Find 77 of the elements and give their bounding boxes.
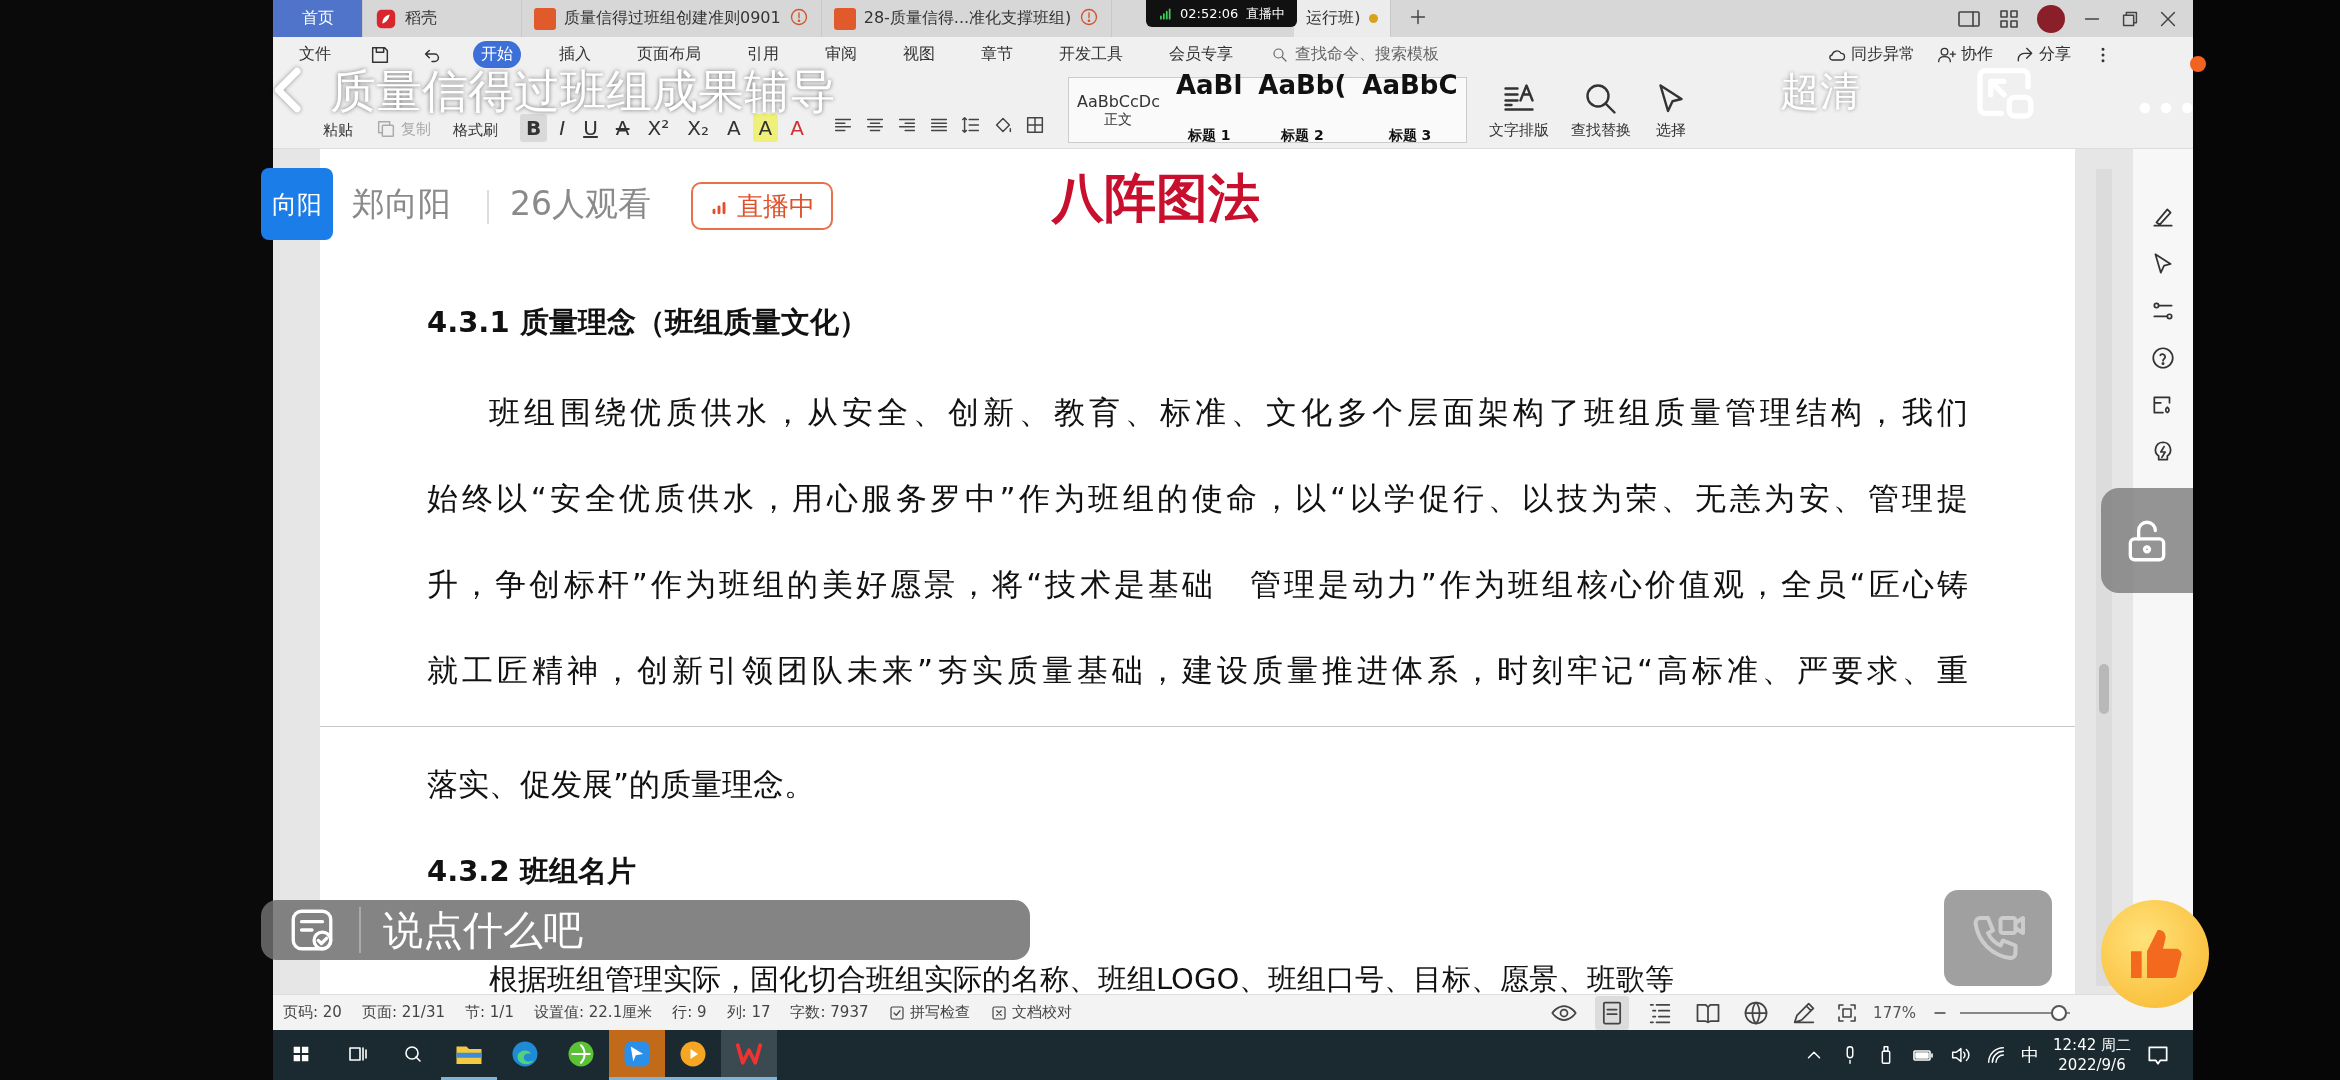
toolbar-action[interactable]: 同步异常 xyxy=(1827,44,1915,65)
format-button[interactable]: X² xyxy=(641,114,676,142)
ribbon-tab[interactable]: 插入 xyxy=(551,41,599,68)
document-icon xyxy=(534,7,556,30)
document-tab[interactable]: 运行班) xyxy=(1294,0,1391,37)
command-search[interactable]: 查找命令、搜索模板 xyxy=(1271,44,1439,65)
copy-icon xyxy=(375,118,397,140)
ribbon-tab[interactable]: 开发工具 xyxy=(1051,41,1131,68)
document-tab[interactable]: 首页 xyxy=(273,0,363,37)
ribbon-tab[interactable]: 章节 xyxy=(973,41,1021,68)
format-button[interactable]: A xyxy=(609,114,636,142)
paragraph-line: 始终以“安全优质供水，用心服务罗中”作为班组的使命，以“以学促行、以技为荣、无恙为安、管理提 xyxy=(427,479,1968,518)
view-mode-icon[interactable] xyxy=(1595,995,1630,1030)
status-text: 字数: 7937 xyxy=(790,1003,869,1022)
check-box-icon xyxy=(888,1003,907,1022)
toolbar-button[interactable]: 选择 xyxy=(1652,80,1689,140)
leaf-icon xyxy=(375,7,397,30)
paragraph-line: 根据班组管理实际，固化切合班组实际的名称、班组LOGO、班组口号、目标、愿景、班歌等 xyxy=(488,964,1675,994)
paragraph-line: 就工匠精神，创新引领团队未来”夯实质量基础，建设质量推进体系，时刻牢记“高标准、严要求、重 xyxy=(427,651,1968,690)
ribbon-tab[interactable]: 会员专享 xyxy=(1161,41,1241,68)
taskbar-clock[interactable]: 12:42 周二 2022/9/6 xyxy=(2053,1035,2131,1075)
format-button[interactable]: I xyxy=(553,114,572,142)
user-avatar[interactable] xyxy=(2037,4,2065,33)
line-spacing-icon[interactable] xyxy=(960,114,982,136)
ribbon-tab[interactable]: 页面布局 xyxy=(629,41,709,68)
paragraph-line: 落实、促发展”的质量理念。 xyxy=(427,765,816,804)
status-text: 页码: 20 xyxy=(283,1003,342,1022)
signal-icon xyxy=(1158,6,1172,21)
format-button[interactable]: B xyxy=(520,114,548,142)
section-heading: 4.3.1 质量理念（班组质量文化） xyxy=(427,304,868,341)
banner-title: 八阵图法 xyxy=(1052,169,1260,227)
status-text: 行: 9 xyxy=(672,1003,707,1022)
unsaved-dot xyxy=(1368,14,1378,23)
style-preset[interactable]: AaBbCcDc 正文 xyxy=(1069,78,1168,142)
status-button[interactable]: 文档校对 xyxy=(990,1003,1073,1022)
search-icon xyxy=(1271,45,1289,64)
input-method-indicator[interactable]: 中 xyxy=(2021,1043,2039,1067)
ribbon-tab[interactable]: 引用 xyxy=(739,41,787,68)
help-icon[interactable] xyxy=(2150,345,2176,371)
ribbon-tab[interactable]: 视图 xyxy=(895,41,943,68)
status-text: 节: 1/1 xyxy=(465,1003,514,1022)
format-button[interactable]: X₂ xyxy=(681,114,715,142)
paragraph-line: 班组围绕优质供水，从安全、创新、教育、标准、文化多个层面架构了班组质量管理结构，我们 xyxy=(488,393,1968,432)
warning-icon xyxy=(1079,6,1100,27)
file-menu[interactable]: 文件 xyxy=(291,41,339,68)
x-box-icon xyxy=(990,1003,1009,1022)
paragraph-line: 升，争创标杆”作为班组的美好愿景，将“技术是基础 管理是动力”作为班组核心价值观，全员“匠心铸 xyxy=(427,565,1968,604)
document-icon xyxy=(833,7,856,30)
border-icon[interactable] xyxy=(1024,114,1046,136)
live-timer: 02:52:06 直播中 xyxy=(1146,0,1298,27)
host-name: 郑向阳 xyxy=(352,183,451,225)
toolbar-action[interactable]: 协作 xyxy=(1937,44,1993,65)
status-text: 列: 17 xyxy=(726,1003,771,1022)
zoom-percent[interactable]: 177% xyxy=(1873,1003,1916,1022)
section-heading: 4.3.2 班组名片 xyxy=(427,853,636,890)
format-button[interactable]: A xyxy=(720,114,747,142)
warning-icon xyxy=(788,6,809,27)
host-avatar[interactable]: 向阳 xyxy=(261,168,333,240)
status-button[interactable]: 拼写检查 xyxy=(888,1003,971,1022)
toolbar-button[interactable]: 查找替换 xyxy=(1570,80,1631,140)
slider-thumb[interactable] xyxy=(2051,1004,2067,1021)
ribbon-tab[interactable]: 审阅 xyxy=(817,41,865,68)
ribbon-tab[interactable]: 开始 xyxy=(473,41,521,68)
viewer-count: 26人观看 xyxy=(510,183,651,225)
wifi-icon[interactable] xyxy=(1985,1044,2007,1066)
format-button[interactable]: U xyxy=(577,114,604,142)
comment-field[interactable]: 说点什么吧 xyxy=(261,900,1030,960)
format-button[interactable]: A xyxy=(752,114,779,142)
status-text: 页面: 21/31 xyxy=(361,1003,445,1022)
status-text: 设置值: 22.1厘米 xyxy=(533,1003,653,1022)
toolbar-button[interactable]: 文字排版 xyxy=(1488,80,1549,140)
clipboard-button[interactable]: 粘贴 xyxy=(323,121,353,140)
format-button[interactable]: A xyxy=(784,114,810,142)
stream-title: 质量信得过班组成果辅导 xyxy=(330,66,836,116)
live-badge: 直播中 xyxy=(691,182,833,230)
toolbar-action[interactable]: 分享 xyxy=(2015,44,2071,65)
clipboard-button[interactable]: 格式刷 xyxy=(453,121,498,140)
